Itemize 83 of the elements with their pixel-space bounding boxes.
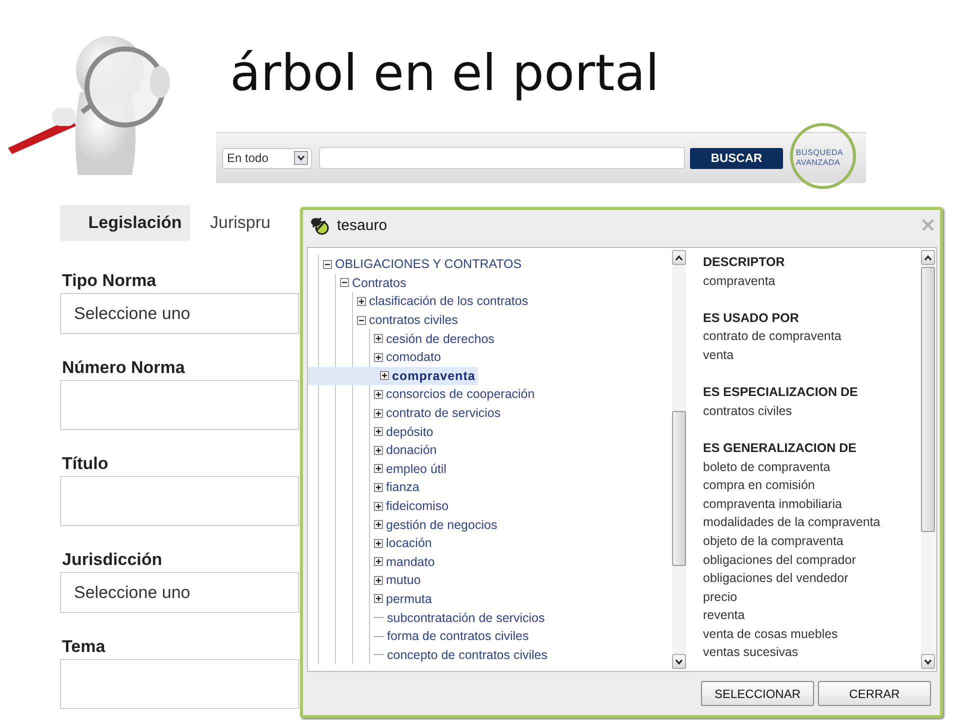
tree-item[interactable]: contrato de servicios xyxy=(370,404,671,422)
related-term: contrato de compraventa xyxy=(703,328,842,346)
dropdown-icon xyxy=(294,151,308,165)
search-button[interactable]: BUSCAR xyxy=(690,148,783,168)
plus-icon[interactable] xyxy=(374,594,383,604)
related-term: boleto de compraventa xyxy=(703,458,832,476)
input-field[interactable] xyxy=(60,659,299,709)
related-term: obligaciones del comprador xyxy=(703,552,857,569)
plus-icon[interactable] xyxy=(374,482,383,492)
tab[interactable]: Legislación xyxy=(60,205,190,241)
tree-item[interactable]: clasificación de los contratos xyxy=(353,292,671,311)
scrollbar[interactable] xyxy=(671,248,687,671)
highlight-circle xyxy=(790,123,856,189)
related-term: precio xyxy=(703,588,738,606)
related-term: compra en comisión xyxy=(703,477,816,494)
plus-icon[interactable] xyxy=(374,446,383,455)
plus-icon[interactable] xyxy=(374,464,383,474)
plus-icon[interactable] xyxy=(374,520,383,530)
field-label: Tipo Norma xyxy=(62,271,158,291)
related-term: compraventa inmobiliaria xyxy=(703,496,843,513)
tree-item[interactable]: cesión de derechos xyxy=(370,329,671,348)
advanced-search-link[interactable]: BÚSQUEDA AVANZADA xyxy=(796,148,846,168)
input-field[interactable] xyxy=(60,380,299,430)
related-term: modalidades de la compraventa xyxy=(703,514,882,532)
dialog-button[interactable]: CERRAR xyxy=(818,681,931,706)
tree-item[interactable]: compraventa xyxy=(308,366,478,386)
tree-item[interactable]: fianza xyxy=(370,478,671,497)
tree-item[interactable]: gestión de negocios xyxy=(370,515,671,534)
plus-icon[interactable] xyxy=(357,296,366,306)
tree-item[interactable]: donación xyxy=(370,440,671,460)
plus-icon[interactable] xyxy=(374,408,383,418)
minus-icon[interactable] xyxy=(323,260,332,269)
tree-item[interactable]: OBLIGACIONES Y CONTRATOS xyxy=(319,255,671,274)
related-term: ventas sucesivas xyxy=(703,644,800,662)
search-field[interactable] xyxy=(318,147,686,169)
tree-item[interactable]: depósito xyxy=(370,422,671,441)
tree-item[interactable]: concepto de contratos civiles xyxy=(370,645,671,664)
slide-title: árbol en el portal xyxy=(230,44,660,102)
plus-icon[interactable] xyxy=(374,557,383,566)
scope-select[interactable]: En todo xyxy=(222,148,312,168)
plus-icon[interactable] xyxy=(374,576,383,585)
related-term: obligaciones del vendedor xyxy=(703,570,850,588)
tree-item[interactable]: subcontratación de servicios xyxy=(370,608,671,627)
plus-icon[interactable] xyxy=(374,334,383,344)
related-term: venta de cosas muebles xyxy=(703,626,839,643)
related-term: objeto de la compraventa xyxy=(703,532,844,550)
related-term: reventa xyxy=(703,607,746,624)
minus-icon[interactable] xyxy=(340,278,349,288)
section-heading: ES GENERALIZACION DE xyxy=(703,440,858,457)
tree-item[interactable]: locación xyxy=(370,534,671,552)
plus-icon[interactable] xyxy=(374,352,383,362)
dialog-title: tesauro xyxy=(337,216,388,234)
tree-item[interactable]: Contratos xyxy=(336,274,671,292)
plus-icon[interactable] xyxy=(374,538,383,548)
plus-icon[interactable] xyxy=(374,427,383,436)
dialog-button[interactable]: SELECCIONAR xyxy=(701,681,814,706)
minus-icon[interactable] xyxy=(357,316,366,325)
plus-icon[interactable] xyxy=(374,502,383,511)
field-label: Jurisdicción xyxy=(62,550,164,570)
related-term: venta xyxy=(703,346,735,364)
tree-item[interactable]: comodato xyxy=(370,348,671,367)
input-field[interactable] xyxy=(60,476,299,526)
select-field[interactable]: Seleccione uno xyxy=(60,572,299,613)
tree-item[interactable]: empleo útil xyxy=(370,460,671,478)
tree-item[interactable]: fideicomiso xyxy=(370,496,671,516)
section-heading: DESCRIPTOR xyxy=(703,254,786,271)
tree-item[interactable]: consorcios de cooperación xyxy=(370,385,671,404)
field-label: Tema xyxy=(62,637,106,657)
tree-item[interactable]: mutuo xyxy=(370,571,671,590)
select-field[interactable]: Seleccione uno xyxy=(60,293,299,334)
plus-icon[interactable] xyxy=(380,371,389,380)
tree-item[interactable]: contratos civiles xyxy=(353,310,671,330)
scrollbar[interactable] xyxy=(920,248,936,671)
plus-icon[interactable] xyxy=(374,390,383,399)
field-label: Título xyxy=(62,454,110,474)
related-term: compraventa xyxy=(703,272,776,290)
section-heading: ES USADO POR xyxy=(703,310,800,327)
field-label: Número Norma xyxy=(62,358,186,378)
related-term: contratos civiles xyxy=(703,402,793,420)
tree-item[interactable]: mandato xyxy=(370,552,671,572)
tree-item[interactable]: forma de contratos civiles xyxy=(370,626,671,646)
section-heading: ES ESPECIALIZACION DE xyxy=(703,384,859,402)
tree-item[interactable]: permuta xyxy=(370,590,671,608)
